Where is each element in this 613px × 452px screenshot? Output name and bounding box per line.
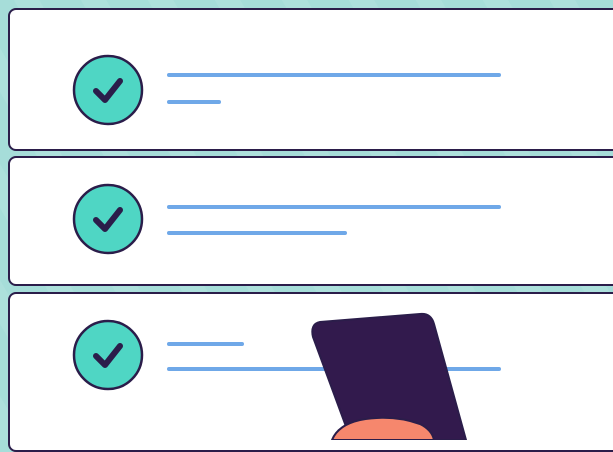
checklist-card-1: [8, 8, 613, 151]
text-line-long: [167, 367, 501, 371]
check-circle-icon: [72, 319, 144, 391]
text-line-long: [167, 205, 501, 209]
check-circle-icon: [72, 54, 144, 126]
check-circle-icon: [72, 183, 144, 255]
text-line-long: [167, 73, 501, 77]
checklist-card-2: [8, 156, 613, 286]
text-line-short: [167, 342, 244, 346]
checklist-card-3: [8, 292, 613, 452]
text-line-medium: [167, 231, 347, 235]
text-line-short: [167, 100, 221, 104]
